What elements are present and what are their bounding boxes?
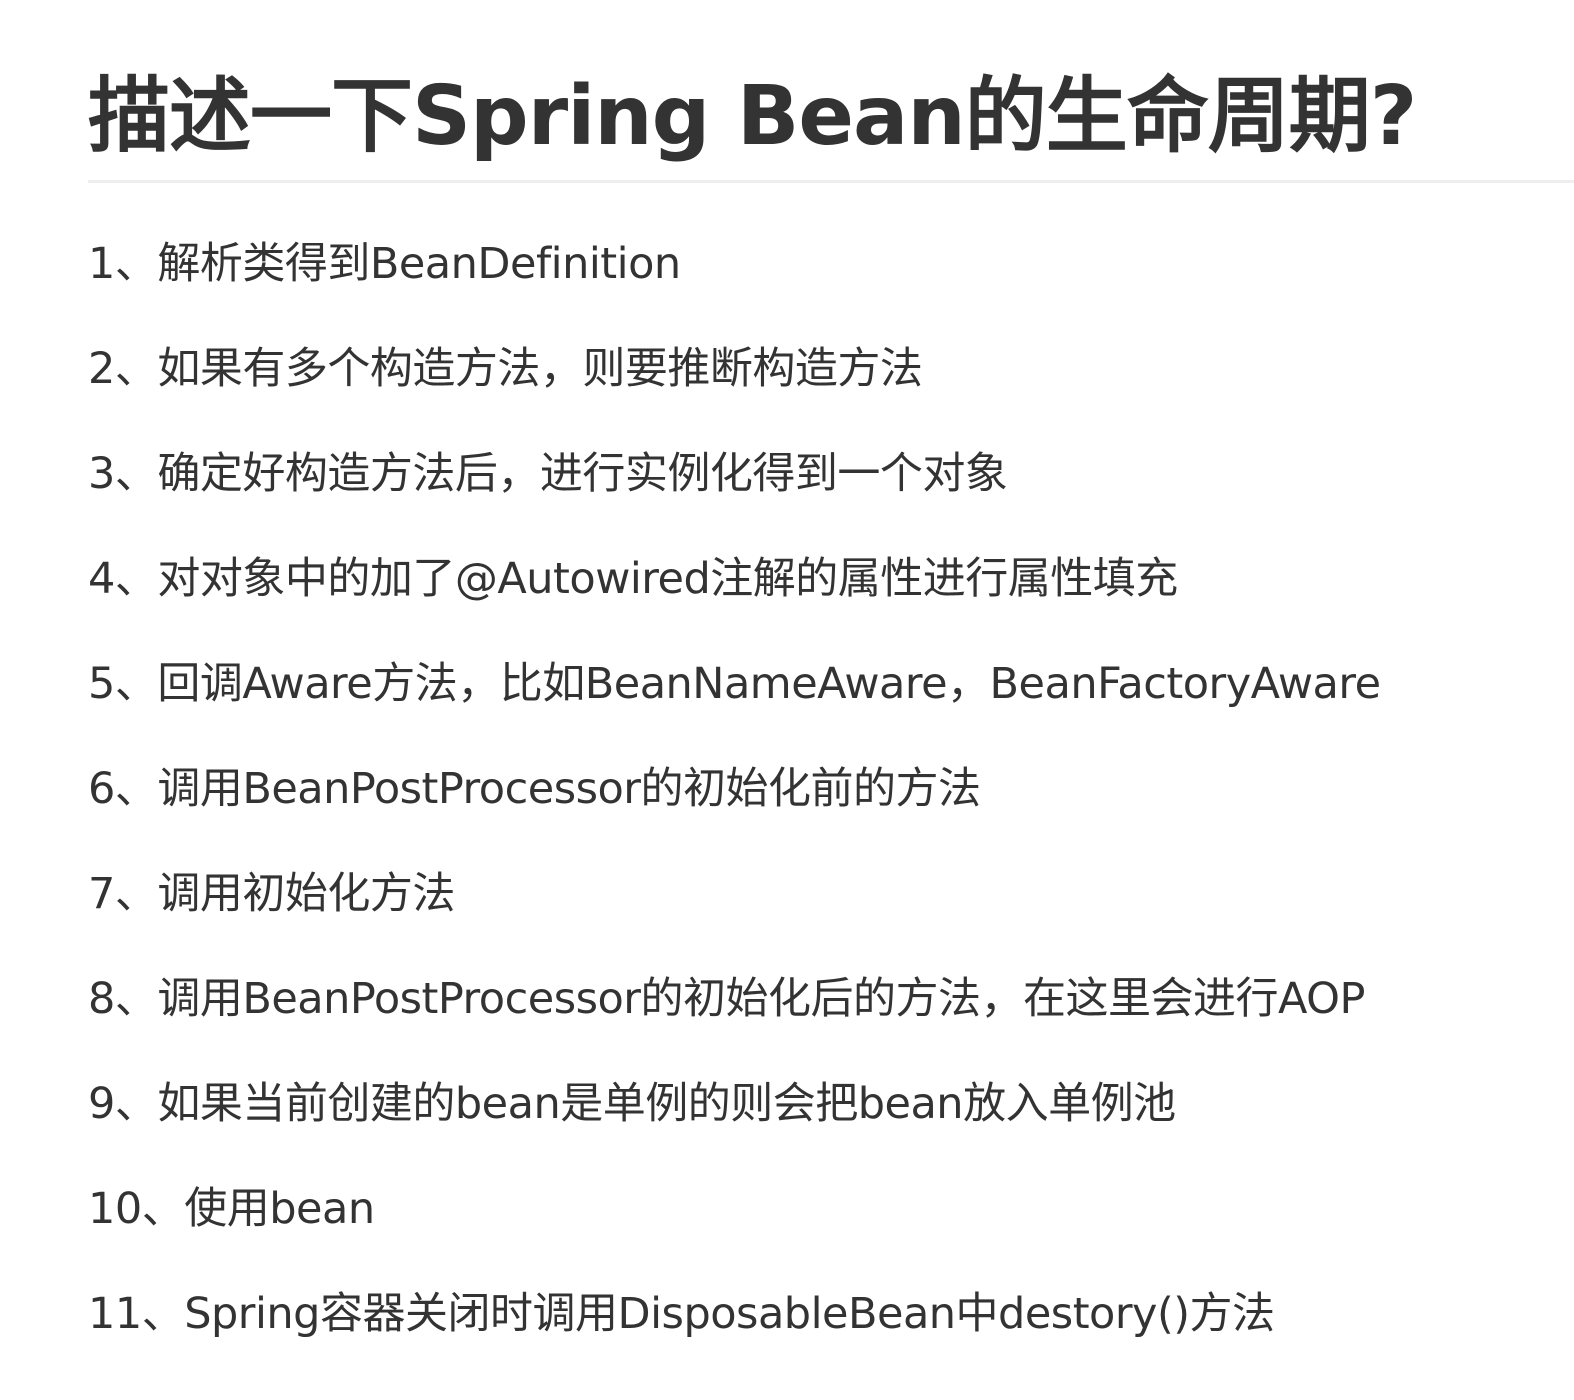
page-title: 描述一下Spring Bean的生命周期? xyxy=(88,69,1417,164)
list-item: 8、调用BeanPostProcessor的初始化后的方法，在这里会进行AOP xyxy=(88,974,1365,1024)
list-item: 1、解析类得到BeanDefinition xyxy=(88,239,681,289)
list-item: 7、调用初始化方法 xyxy=(88,869,455,919)
list-item: 3、确定好构造方法后，进行实例化得到一个对象 xyxy=(88,449,1008,499)
list-item: 5、回调Aware方法，比如BeanNameAware，BeanFactoryA… xyxy=(88,659,1381,709)
lifecycle-steps-list: 1、解析类得到BeanDefinition 2、如果有多个构造方法，则要推断构造… xyxy=(88,212,1381,1367)
title-divider xyxy=(88,180,1574,183)
list-item: 11、Spring容器关闭时调用DisposableBean中destory()… xyxy=(88,1289,1275,1339)
list-item: 9、如果当前创建的bean是单例的则会把bean放入单例池 xyxy=(88,1079,1176,1129)
list-item: 4、对对象中的加了@Autowired注解的属性进行属性填充 xyxy=(88,554,1178,604)
document-page: 描述一下Spring Bean的生命周期? 1、解析类得到BeanDefinit… xyxy=(0,0,1574,1400)
list-item: 10、使用bean xyxy=(88,1184,375,1234)
list-item: 2、如果有多个构造方法，则要推断构造方法 xyxy=(88,344,923,394)
list-item: 6、调用BeanPostProcessor的初始化前的方法 xyxy=(88,764,981,814)
